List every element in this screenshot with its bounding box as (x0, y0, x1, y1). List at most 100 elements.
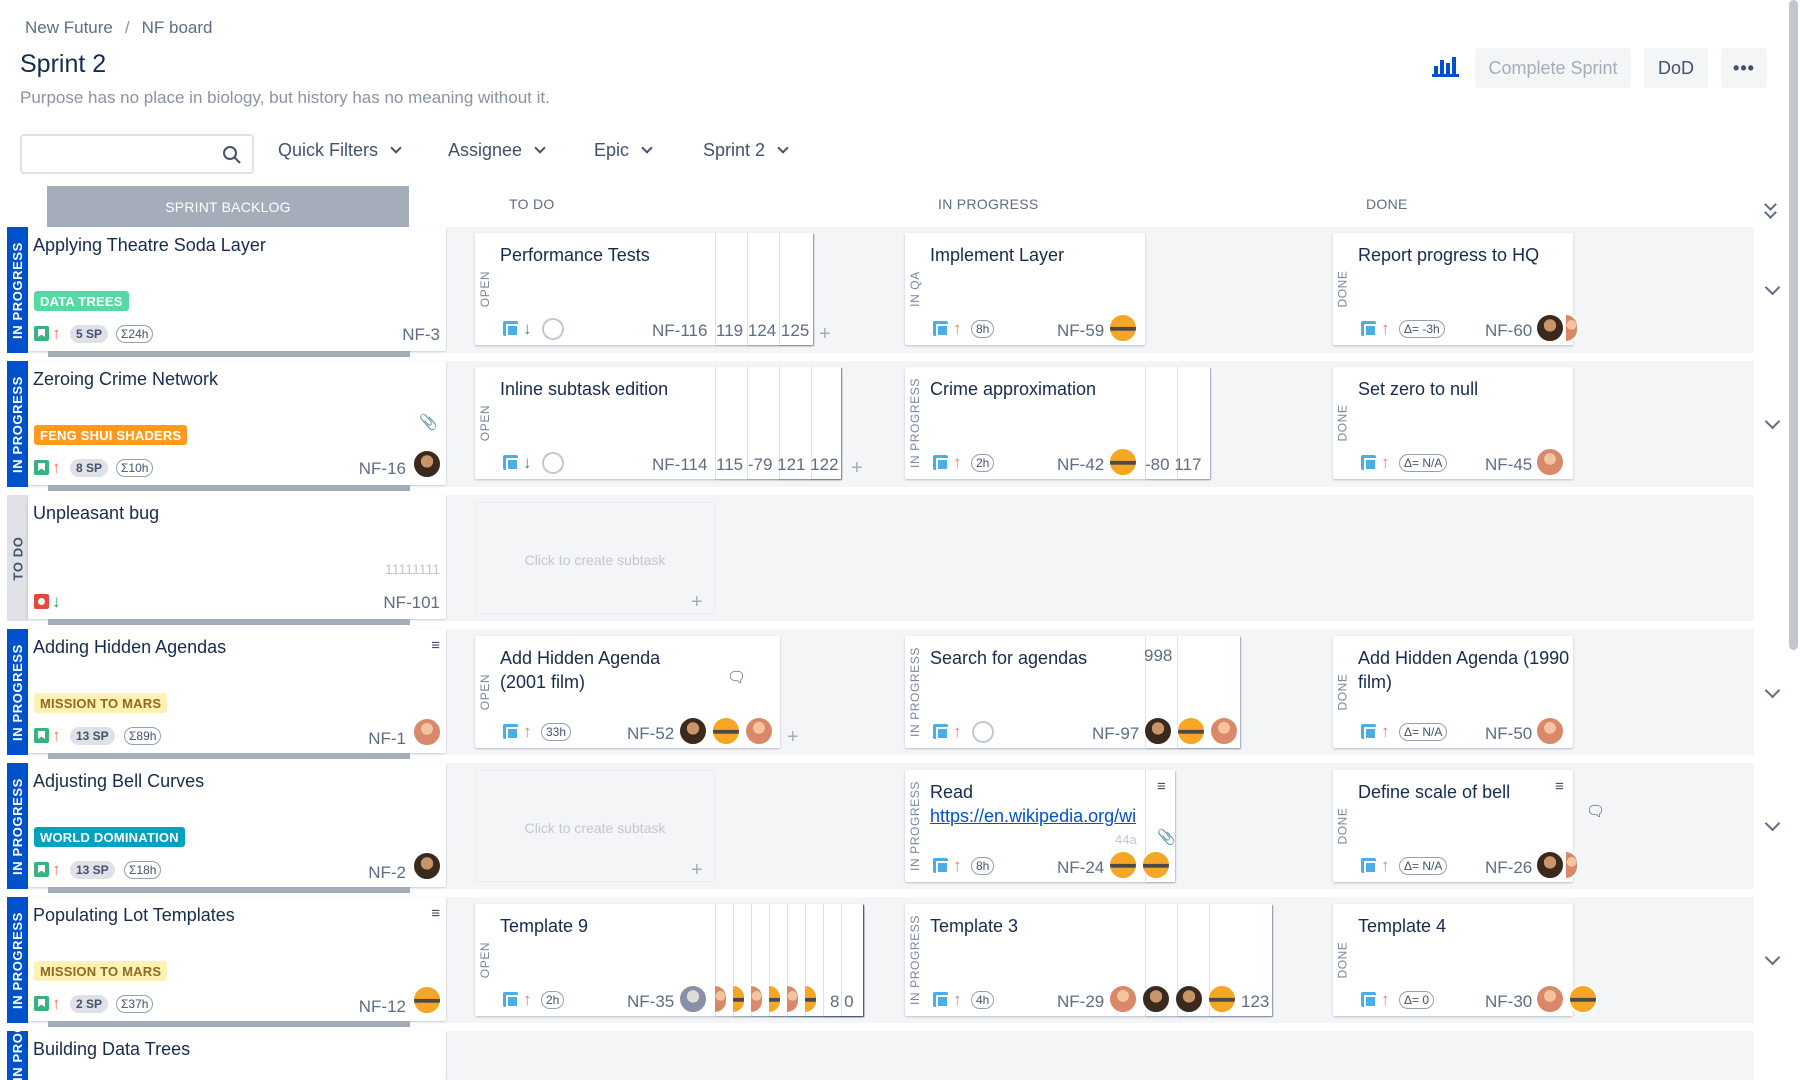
subtask-card[interactable]: IN PROGRESS Read ≡ https://en.wikipedia.… (905, 770, 1176, 882)
vertical-scrollbar[interactable] (1789, 0, 1798, 650)
issue-key[interactable]: NF-52 (627, 724, 674, 744)
assignee-avatar[interactable] (744, 716, 774, 746)
add-subtask-icon[interactable]: + (851, 457, 863, 480)
issue-key[interactable]: NF-45 (1485, 455, 1532, 475)
story-card[interactable]: Zeroing Crime Network 📎 FENG SHUI SHADER… (28, 361, 446, 491)
issue-key[interactable]: NF-24 (1057, 858, 1104, 878)
epic-label[interactable]: FENG SHUI SHADERS (34, 425, 188, 445)
unassigned-avatar-icon[interactable] (972, 721, 994, 743)
issue-key[interactable]: NF-30 (1485, 992, 1532, 1012)
assignee-avatar[interactable] (412, 851, 442, 881)
dod-button[interactable]: DoD (1644, 48, 1708, 88)
subtask-card[interactable]: IN PROGRESS Crime approximation ↑ 2h NF-… (905, 367, 1210, 479)
subtask-card[interactable]: DONE Report progress to HQ ↑ Δ= -3h NF-6… (1333, 233, 1579, 345)
assignee-avatar[interactable] (1535, 313, 1565, 343)
epic-label[interactable]: WORLD DOMINATION (34, 827, 185, 847)
issue-key[interactable]: NF-101 (383, 593, 440, 613)
assignee-avatar[interactable] (1108, 984, 1138, 1014)
subtask-card[interactable]: DONE Set zero to null ↑ Δ= N/A NF-45 (1333, 367, 1573, 479)
epic-label[interactable]: MISSION TO MARS (34, 961, 168, 981)
issue-key[interactable]: NF-114 (652, 455, 707, 475)
lane-collapse-icon[interactable] (1764, 949, 1781, 966)
assignee-avatar[interactable] (711, 716, 741, 746)
subtask-card[interactable]: OPEN Performance Tests ↓ NF-116 119 124 … (475, 233, 813, 345)
issue-key[interactable]: NF-3 (402, 325, 440, 345)
complete-sprint-button[interactable]: Complete Sprint (1475, 48, 1631, 88)
assignee-dropdown[interactable]: Assignee (448, 140, 546, 161)
add-subtask-icon[interactable]: + (787, 726, 799, 749)
chart-icon[interactable] (1432, 54, 1460, 78)
assignee-avatar[interactable] (1143, 716, 1173, 746)
assignee-avatar[interactable] (412, 449, 442, 479)
assignee-avatar[interactable] (412, 717, 442, 747)
story-title: Adjusting Bell Curves (33, 771, 205, 791)
epic-label[interactable]: DATA TREES (34, 291, 129, 311)
assignee-avatar[interactable] (1209, 716, 1239, 746)
assignee-avatar[interactable] (678, 716, 708, 746)
assignee-avatar[interactable] (1141, 850, 1171, 880)
issue-key[interactable]: NF-26 (1485, 858, 1532, 878)
quick-filters-dropdown[interactable]: Quick Filters (278, 140, 402, 161)
epic-label[interactable]: MISSION TO MARS (34, 693, 168, 713)
story-card[interactable]: Adding Hidden Agendas ≡ MISSION TO MARS … (28, 629, 446, 759)
unassigned-avatar-icon[interactable] (542, 452, 564, 474)
story-card[interactable]: Adjusting Bell Curves WORLD DOMINATION ↑… (28, 763, 446, 893)
subtask-card[interactable]: IN QA Implement Layer ↑ 8h NF-59 (905, 233, 1145, 345)
lane-collapse-icon[interactable] (1764, 815, 1781, 832)
subtask-card[interactable]: DONE Template 4 ↑ Δ= 0 NF-30 (1333, 904, 1598, 1016)
breadcrumb-project[interactable]: New Future (25, 18, 113, 38)
create-subtask-placeholder[interactable]: Click to create subtask + (475, 770, 715, 882)
issue-key[interactable]: NF-1 (368, 729, 406, 749)
issue-key[interactable]: NF-59 (1057, 321, 1104, 341)
sprint-dropdown[interactable]: Sprint 2 (703, 140, 789, 161)
assignee-avatar[interactable] (1535, 447, 1565, 477)
add-subtask-icon[interactable]: + (691, 591, 703, 614)
search-input[interactable] (20, 134, 254, 174)
description-link[interactable]: https://en.wikipedia.org/wi (930, 804, 1145, 828)
issue-key[interactable]: NF-2 (368, 863, 406, 883)
issue-key[interactable]: NF-35 (627, 992, 674, 1012)
breadcrumb-board[interactable]: NF board (142, 18, 213, 38)
create-subtask-placeholder[interactable]: Click to create subtask + (475, 502, 715, 614)
assignee-avatar[interactable] (678, 984, 708, 1014)
issue-key[interactable]: NF-42 (1057, 455, 1104, 475)
issue-key[interactable]: NF-60 (1485, 321, 1532, 341)
assignee-avatar[interactable] (1108, 850, 1138, 880)
issue-key[interactable]: NF-29 (1057, 992, 1104, 1012)
subtask-card[interactable]: OPEN Template 9 ↑ 2h NF-35 8 0 (475, 904, 863, 1016)
add-subtask-icon[interactable]: + (819, 323, 831, 346)
assignee-avatar[interactable] (1108, 447, 1138, 477)
story-card[interactable]: Unpleasant bug 11111111 ↓ NF-101 (28, 495, 446, 625)
assignee-avatar[interactable] (1535, 850, 1565, 880)
issue-key[interactable]: NF-50 (1485, 724, 1532, 744)
subtask-card[interactable]: DONE Define scale of bell ≡ 🗨 ↑ Δ= N/A N… (1333, 770, 1605, 882)
story-card[interactable]: Populating Lot Templates ≡ MISSION TO MA… (28, 897, 446, 1027)
subtask-card[interactable]: IN PROGRESS Search for agendas 998 ↑ NF-… (905, 636, 1240, 748)
assignee-avatar[interactable] (1535, 716, 1565, 746)
subtask-card[interactable]: IN PROGRESS Template 3 ↑ 4h NF-29 123 (905, 904, 1272, 1016)
lane-collapse-icon[interactable] (1764, 279, 1781, 296)
assignee-avatar[interactable] (1568, 984, 1598, 1014)
subtask-card[interactable]: DONE Add Hidden Agenda (1990 film) ↑ Δ= … (1333, 636, 1573, 748)
issue-key[interactable]: NF-16 (359, 459, 406, 479)
lane-collapse-icon[interactable] (1764, 682, 1781, 699)
assignee-avatar[interactable] (412, 985, 442, 1015)
issue-key[interactable]: NF-97 (1092, 724, 1139, 744)
add-subtask-icon[interactable]: + (691, 859, 703, 882)
assignee-avatar[interactable] (1535, 984, 1565, 1014)
subtask-card[interactable]: OPEN Add Hidden Agenda (2001 film) 🗨 ↑ 3… (475, 636, 780, 748)
story-card[interactable]: Applying Theatre Soda Layer DATA TREES ↑… (28, 227, 446, 357)
issue-key[interactable]: NF-116 (652, 321, 707, 341)
assignee-avatar[interactable] (1207, 984, 1237, 1014)
assignee-avatar[interactable] (1108, 313, 1138, 343)
unassigned-avatar-icon[interactable] (542, 318, 564, 340)
story-card[interactable]: Building Data Trees (28, 1031, 446, 1080)
assignee-avatar[interactable] (1176, 716, 1206, 746)
assignee-avatar[interactable] (1174, 984, 1204, 1014)
assignee-avatar[interactable] (1141, 984, 1171, 1014)
epic-dropdown[interactable]: Epic (594, 140, 653, 161)
lane-collapse-icon[interactable] (1764, 413, 1781, 430)
subtask-card[interactable]: OPEN Inline subtask edition ↓ NF-114 115… (475, 367, 841, 479)
issue-key[interactable]: NF-12 (359, 997, 406, 1017)
more-options-button[interactable]: ••• (1721, 48, 1767, 88)
